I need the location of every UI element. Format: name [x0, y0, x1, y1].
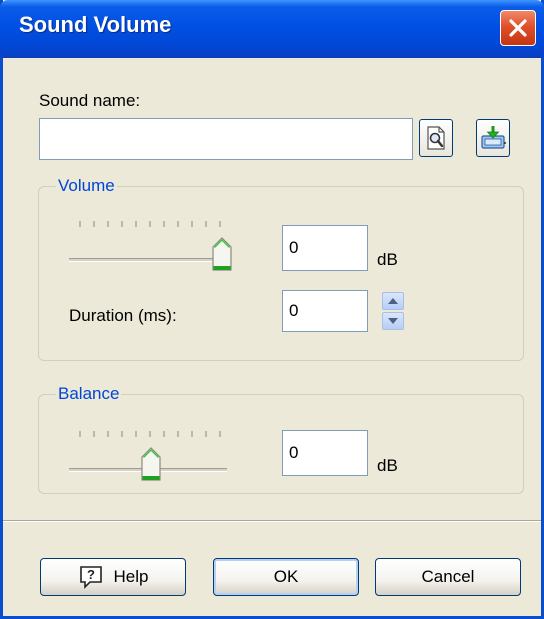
- duration-spin-down[interactable]: [382, 312, 404, 330]
- browse-sound-button[interactable]: [419, 119, 453, 157]
- duration-spinner[interactable]: [382, 292, 404, 330]
- close-x-icon: [509, 19, 527, 37]
- duration-spin-up[interactable]: [382, 292, 404, 310]
- ok-button[interactable]: OK: [213, 558, 359, 596]
- volume-slider-thumb[interactable]: [211, 237, 233, 272]
- duration-label: Duration (ms):: [69, 306, 177, 325]
- sound-name-input[interactable]: [39, 118, 413, 160]
- sound-volume-dialog: Sound Volume Sound name: Volume 0 dB Dur…: [0, 0, 544, 619]
- ok-button-label: OK: [273, 567, 299, 586]
- close-button[interactable]: [500, 10, 536, 46]
- help-question-icon: ?: [79, 566, 102, 589]
- spin-down-arrow-icon: [388, 318, 398, 324]
- volume-slider-track: [69, 258, 227, 262]
- svg-text:?: ?: [87, 567, 95, 582]
- import-sound-button[interactable]: [476, 119, 510, 157]
- spin-up-arrow-icon: [388, 298, 398, 304]
- balance-db-unit: dB: [377, 456, 398, 475]
- import-download-icon: [481, 126, 506, 149]
- cancel-button[interactable]: Cancel: [375, 558, 521, 596]
- volume-slider[interactable]: [69, 218, 239, 278]
- duration-input[interactable]: [282, 290, 368, 332]
- cancel-button-label: Cancel: [421, 567, 475, 586]
- title-bar[interactable]: Sound Volume: [0, 0, 544, 58]
- volume-slider-ticks: [79, 221, 221, 227]
- balance-db-input[interactable]: [282, 430, 368, 476]
- balance-slider[interactable]: [69, 428, 239, 488]
- balance-slider-thumb[interactable]: [140, 447, 162, 482]
- balance-slider-ticks: [79, 431, 221, 437]
- help-button[interactable]: ? Help: [40, 558, 186, 596]
- footer-separator: [3, 520, 541, 522]
- volume-group-legend: Volume: [56, 176, 117, 196]
- sound-name-label: Sound name:: [39, 91, 141, 110]
- help-button-label: Help: [113, 567, 149, 586]
- magnifier-document-icon: [427, 126, 445, 150]
- window-title: Sound Volume: [19, 12, 172, 37]
- volume-db-input[interactable]: [282, 225, 368, 271]
- balance-group-legend: Balance: [56, 384, 122, 404]
- volume-db-unit: dB: [377, 250, 398, 269]
